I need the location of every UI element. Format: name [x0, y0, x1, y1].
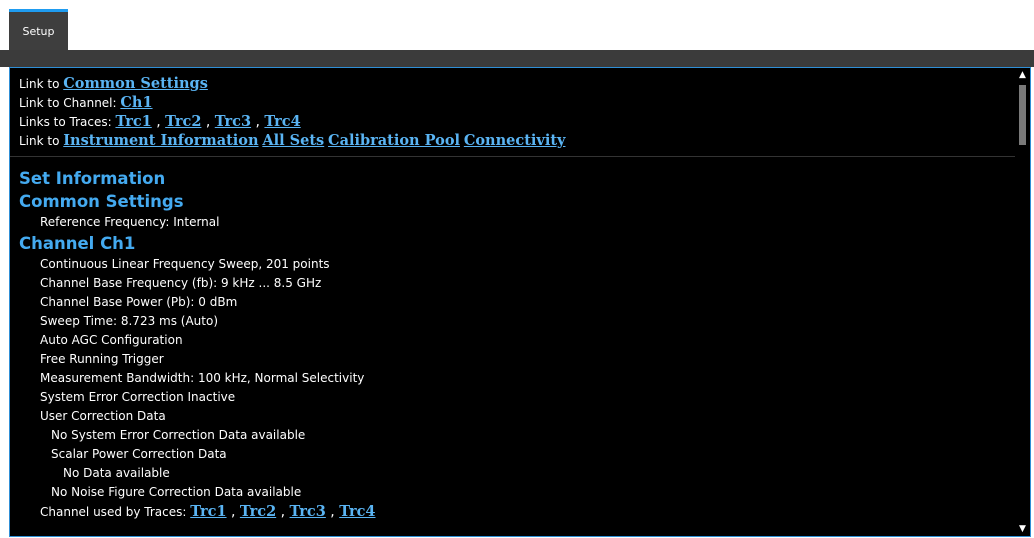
- link-channel-prefix: Link to Channel:: [19, 96, 121, 110]
- channel-item: Auto AGC Configuration: [40, 333, 183, 347]
- tab-bar: Setup: [0, 0, 1034, 51]
- link-trace-trc1[interactable]: Trc1: [115, 113, 151, 130]
- link-trace-trc1[interactable]: Trc1: [190, 503, 226, 520]
- link-channel-row: Link to Channel: Ch1: [19, 93, 1015, 112]
- set-information-heading: Set Information: [19, 169, 166, 188]
- reference-frequency-item: Reference Frequency: Internal: [40, 215, 220, 229]
- link-trace-trc2[interactable]: Trc2: [240, 503, 276, 520]
- channel-item: System Error Correction Inactive: [40, 390, 236, 404]
- link-instrument-information[interactable]: Instrument Information: [63, 132, 258, 149]
- channel-item: Channel Base Power (Pb): 0 dBm: [40, 295, 238, 309]
- link-other-row: Link to Instrument Information All Sets …: [19, 131, 1015, 150]
- separator: ,: [280, 504, 286, 520]
- channel-item: User Correction Data: [40, 409, 166, 423]
- scalar-power-correction-item: Scalar Power Correction Data: [51, 447, 227, 461]
- no-noise-figure-item: No Noise Figure Correction Data availabl…: [51, 485, 302, 499]
- link-trace-trc3[interactable]: Trc3: [215, 113, 251, 130]
- setup-info-panel: Link to Common Settings Link to Channel:…: [9, 67, 1031, 537]
- separator: ,: [205, 114, 211, 130]
- link-all-sets[interactable]: All Sets: [262, 132, 324, 149]
- link-common-prefix: Link to: [19, 77, 64, 91]
- no-system-correction-item: No System Error Correction Data availabl…: [51, 428, 306, 442]
- link-other-prefix: Link to: [19, 134, 64, 148]
- separator: ,: [255, 114, 260, 130]
- common-settings-heading: Common Settings: [19, 192, 184, 211]
- link-calibration-pool[interactable]: Calibration Pool: [328, 132, 460, 149]
- setup-info-content: Link to Common Settings Link to Channel:…: [10, 68, 1016, 536]
- scroll-up-icon[interactable]: ▲: [1015, 68, 1030, 82]
- link-connectivity[interactable]: Connectivity: [464, 132, 566, 149]
- channel-item: Continuous Linear Frequency Sweep, 201 p…: [40, 257, 330, 271]
- channel-heading: Channel Ch1: [19, 234, 136, 253]
- tab-setup[interactable]: Setup: [9, 9, 68, 50]
- tab-strip-background: [0, 50, 1034, 67]
- link-common-settings[interactable]: Common Settings: [63, 75, 208, 92]
- channel-item: Free Running Trigger: [40, 352, 164, 366]
- channel-used-by-row: Channel used by Traces: Trc1 , Trc2 , Tr…: [19, 502, 1015, 521]
- link-trace-trc4[interactable]: Trc4: [264, 113, 300, 130]
- channel-item: Sweep Time: 8.723 ms (Auto): [40, 314, 219, 328]
- scroll-thumb[interactable]: [1019, 85, 1026, 145]
- separator: ,: [156, 114, 161, 130]
- link-trace-trc3[interactable]: Trc3: [290, 503, 326, 520]
- channel-item: Channel Base Frequency (fb): 9 kHz ... 8…: [40, 276, 322, 290]
- link-channel-ch1[interactable]: Ch1: [120, 94, 152, 111]
- scroll-down-icon[interactable]: ▼: [1015, 522, 1030, 536]
- link-traces-prefix: Links to Traces:: [19, 115, 116, 129]
- divider: [10, 156, 1016, 157]
- separator: ,: [230, 504, 236, 520]
- tab-setup-label: Setup: [22, 24, 55, 38]
- link-trace-trc2[interactable]: Trc2: [165, 113, 201, 130]
- link-common-row: Link to Common Settings: [19, 74, 1015, 93]
- no-data-item: No Data available: [63, 466, 170, 480]
- link-trace-trc4[interactable]: Trc4: [339, 503, 375, 520]
- link-traces-row: Links to Traces: Trc1 , Trc2 , Trc3 , Tr…: [19, 112, 1015, 131]
- channel-used-by-prefix: Channel used by Traces:: [40, 505, 191, 519]
- vertical-scrollbar[interactable]: ▲ ▼: [1015, 68, 1030, 536]
- separator: ,: [330, 504, 335, 520]
- channel-item: Measurement Bandwidth: 100 kHz, Normal S…: [40, 371, 365, 385]
